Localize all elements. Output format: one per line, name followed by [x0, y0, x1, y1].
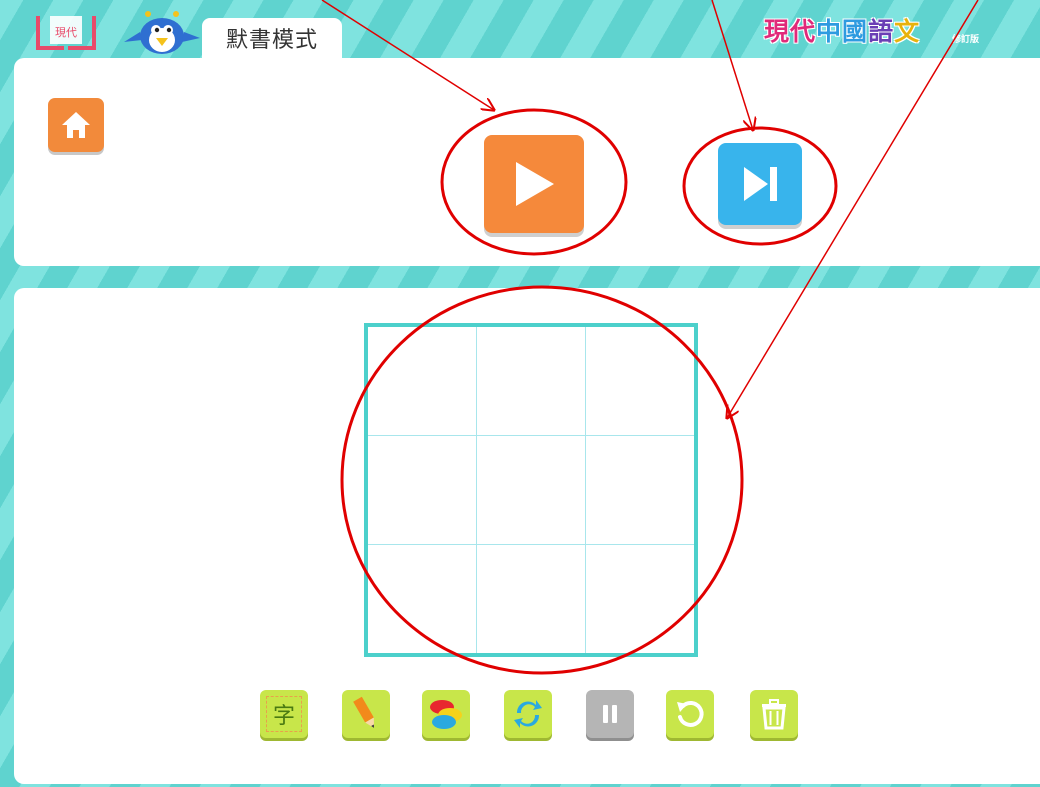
pause-icon [603, 705, 617, 723]
writing-grid[interactable] [364, 323, 698, 657]
swap-button[interactable] [504, 690, 552, 738]
swap-icon [514, 700, 542, 728]
home-icon [62, 112, 90, 138]
trash-icon [762, 699, 786, 730]
skip-next-icon [744, 167, 777, 201]
pencil-button[interactable] [342, 690, 390, 738]
pause-button[interactable] [586, 690, 634, 738]
grid-line [585, 327, 586, 653]
home-button[interactable] [48, 98, 104, 152]
trash-button[interactable] [750, 690, 798, 738]
tab-dictation-mode[interactable]: 默書模式 [202, 18, 342, 58]
grid-line [368, 435, 694, 436]
play-icon [516, 162, 554, 206]
pencil-icon [353, 696, 374, 728]
character-guide-button[interactable]: 字 [260, 690, 308, 738]
top-bar: 現代 默書模式 現 代 中 國 語 文 修訂版 [0, 0, 1040, 58]
brand-char: 現 [764, 17, 791, 46]
character-guide-glyph: 字 [272, 704, 295, 729]
color-palette-button[interactable] [422, 690, 470, 738]
brand-char: 國 [842, 17, 869, 46]
brand-char: 中 [816, 17, 843, 46]
mascot-icon [124, 11, 200, 54]
grid-line [368, 544, 694, 545]
grid-line [476, 327, 477, 653]
app-logo-icon: 現代 [36, 16, 96, 50]
brand-char: 代 [790, 17, 817, 46]
play-button[interactable] [484, 135, 584, 233]
undo-icon [677, 700, 704, 727]
skip-next-button[interactable] [718, 143, 802, 225]
color-palette-icon [430, 700, 462, 729]
undo-button[interactable] [666, 690, 714, 738]
brand-char: 語 [868, 17, 895, 46]
edition-label: 修訂版 [952, 35, 980, 45]
character-guide-icon: 字 [266, 696, 302, 732]
brand-title: 現 代 中 國 語 文 [764, 14, 920, 46]
brand-char: 文 [894, 17, 921, 46]
logo-text: 現代 [55, 26, 77, 39]
